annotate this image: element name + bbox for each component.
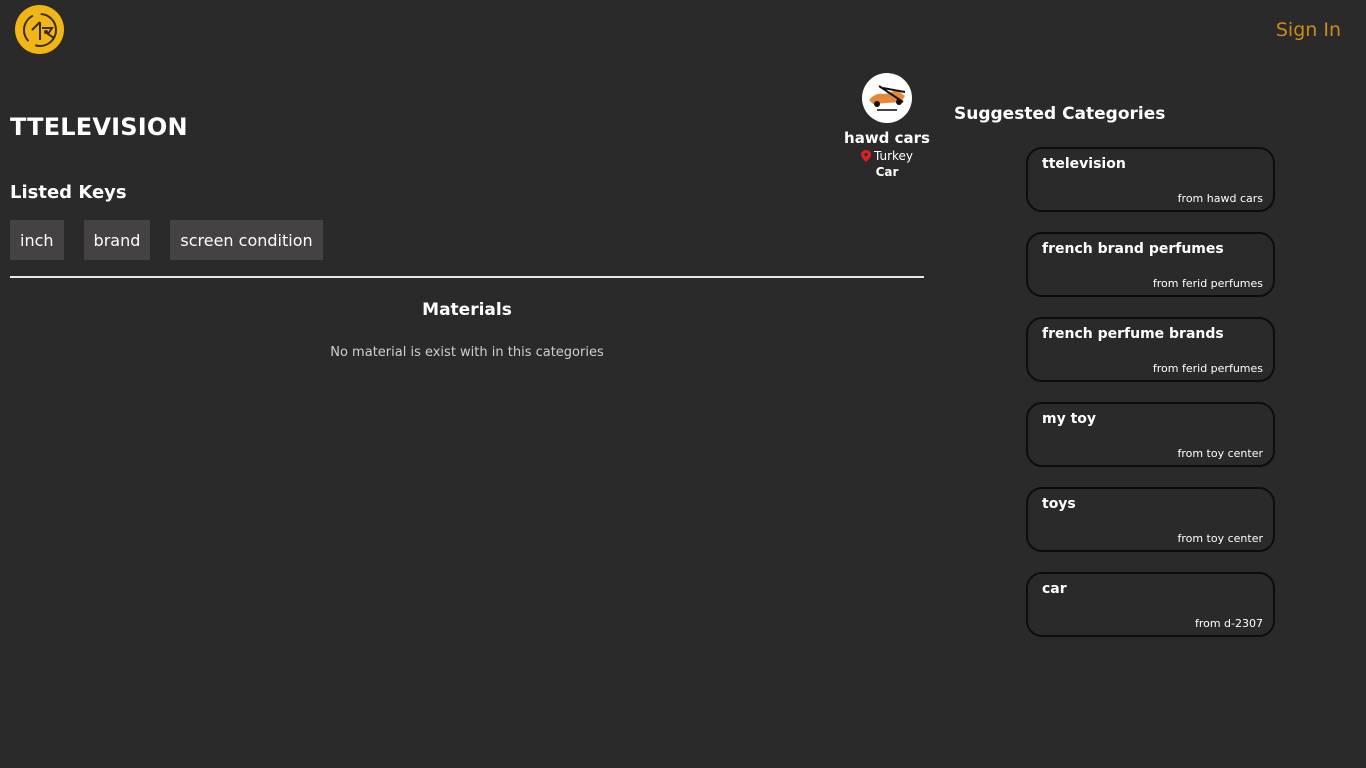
materials-empty-message: No material is exist with in this catego… bbox=[330, 345, 604, 360]
suggested-category-name: french brand perfumes bbox=[1042, 241, 1224, 257]
car-logo-icon bbox=[869, 85, 906, 111]
suggested-categories-list: ttelevision from hawd cars french brand … bbox=[1026, 147, 1275, 657]
suggested-categories-heading: Suggested Categories bbox=[954, 104, 1166, 124]
suggested-category-card[interactable]: ttelevision from hawd cars bbox=[1026, 147, 1275, 212]
listed-keys-heading: Listed Keys bbox=[10, 182, 127, 203]
suggested-category-source: from ferid perfumes bbox=[1152, 362, 1263, 375]
materials-heading: Materials bbox=[422, 300, 512, 320]
key-chip-inch: inch bbox=[10, 220, 64, 260]
location-pin-icon bbox=[860, 150, 871, 162]
suggested-category-source: from hawd cars bbox=[1177, 192, 1263, 205]
seller-card[interactable]: hawd cars Turkey Car bbox=[842, 73, 932, 180]
seller-name[interactable]: hawd cars bbox=[842, 128, 932, 148]
suggested-category-source: from toy center bbox=[1177, 532, 1263, 545]
seller-category: Car bbox=[875, 165, 899, 179]
suggested-category-source: from toy center bbox=[1177, 447, 1263, 460]
suggested-category-card[interactable]: toys from toy center bbox=[1026, 487, 1275, 552]
page-title: TTELEVISION bbox=[10, 113, 188, 141]
seller-location-text: Turkey bbox=[873, 149, 914, 163]
suggested-category-source: from ferid perfumes bbox=[1152, 277, 1263, 290]
listed-keys-list: inch brand screen condition bbox=[10, 220, 323, 260]
suggested-category-name: toys bbox=[1042, 496, 1076, 512]
suggested-category-card[interactable]: french brand perfumes from ferid perfume… bbox=[1026, 232, 1275, 297]
key-chip-screen-condition: screen condition bbox=[170, 220, 323, 260]
site-logo-icon bbox=[22, 12, 57, 47]
suggested-category-source: from d-2307 bbox=[1194, 617, 1263, 630]
suggested-category-name: my toy bbox=[1042, 411, 1097, 427]
suggested-category-card[interactable]: car from d-2307 bbox=[1026, 572, 1275, 637]
suggested-category-card[interactable]: my toy from toy center bbox=[1026, 402, 1275, 467]
seller-avatar[interactable] bbox=[862, 73, 912, 123]
section-divider bbox=[10, 276, 924, 278]
seller-location: Turkey bbox=[842, 148, 932, 164]
suggested-category-card[interactable]: french perfume brands from ferid perfume… bbox=[1026, 317, 1275, 382]
suggested-category-name: french perfume brands bbox=[1042, 326, 1224, 342]
suggested-category-name: car bbox=[1042, 581, 1067, 597]
suggested-category-name: ttelevision bbox=[1042, 156, 1126, 172]
key-chip-brand: brand bbox=[83, 220, 151, 260]
site-logo[interactable] bbox=[15, 5, 64, 54]
sign-in-link[interactable]: Sign In bbox=[1276, 19, 1341, 41]
